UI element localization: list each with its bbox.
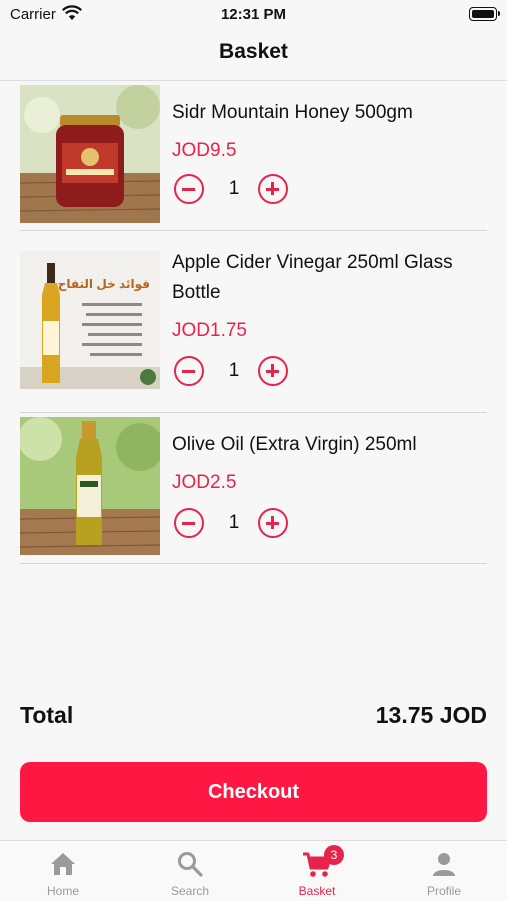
navigation-header: Basket [0,28,507,81]
checkout-button[interactable]: Checkout [20,762,487,822]
tab-label: Search [170,884,210,898]
home-icon [50,851,76,882]
battery-icon [469,7,500,21]
item-name: Olive Oil (Extra Virgin) 250ml [172,434,417,455]
cart-count-badge: 3 [324,845,344,865]
item-price: JOD9.5 [172,140,237,161]
basket-item-honey: Sidr Mountain Honey 500gm JOD9.5 1 [20,80,487,231]
decrease-quantity-button[interactable] [174,508,204,538]
tab-basket[interactable]: 3 Basket [254,841,380,901]
status-bar: Carrier 12:31 PM [0,0,507,28]
item-name: Apple Cider Vinegar 250ml Glass Bottle [172,252,453,303]
person-icon [431,851,457,882]
image-caption: فوائد خل التفاح [57,277,150,291]
increase-quantity-button[interactable] [258,356,288,386]
increase-quantity-button[interactable] [258,508,288,538]
tab-profile[interactable]: Profile [381,841,507,901]
decrease-quantity-button[interactable] [174,356,204,386]
item-name: Sidr Mountain Honey 500gm [172,102,413,123]
item-price: JOD1.75 [172,320,247,341]
clock: 12:31 PM [220,6,287,23]
quantity-stepper: 1 [172,174,332,210]
tab-bar: Home Search 3 Basket Profile [0,840,507,901]
product-image-honey[interactable] [20,85,160,223]
item-price: JOD2.5 [172,472,237,493]
product-image-olive-oil[interactable] [20,417,160,555]
quantity-value: 1 [228,512,240,533]
quantity-stepper: 1 [172,508,332,544]
total-row: Total 13.75 JOD [20,702,487,736]
decrease-quantity-button[interactable] [174,174,204,204]
total-value: 13.75 JOD [375,702,487,728]
search-icon [177,851,203,882]
quantity-stepper: 1 [172,356,332,392]
basket-item-olive-oil: Olive Oil (Extra Virgin) 250ml JOD2.5 1 [20,412,487,564]
tab-label: Basket [298,884,336,898]
tab-label: Home [46,884,79,898]
tab-search[interactable]: Search [127,841,253,901]
product-image-vinegar[interactable]: فوائد خل التفاح [20,251,160,389]
page-title: Basket [219,40,288,63]
total-label: Total [20,702,74,728]
tab-home[interactable]: Home [0,841,126,901]
increase-quantity-button[interactable] [258,174,288,204]
basket-item-vinegar: فوائد خل التفاح Apple Cider Vinegar 250m… [20,230,487,413]
tab-label: Profile [426,884,461,898]
quantity-value: 1 [228,178,240,199]
quantity-value: 1 [228,360,240,381]
